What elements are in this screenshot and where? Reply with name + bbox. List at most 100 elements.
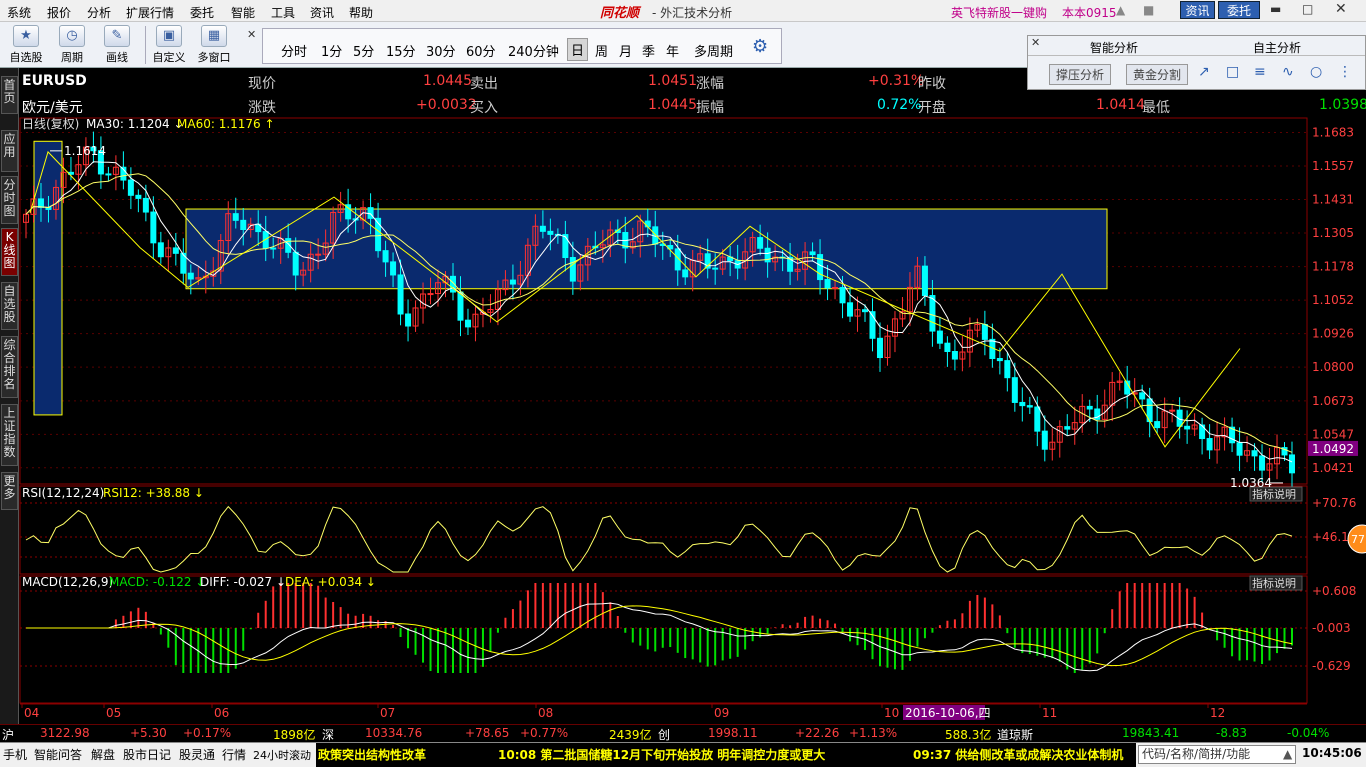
x-tick-label: 04 [24,706,39,720]
macd-title: MACD(12,26,9) [22,575,113,589]
candle-body [292,251,299,276]
y-tick-label: 1.1052 [1312,293,1354,307]
tab-stock-diary[interactable]: 股市日记 [123,746,171,763]
candle-body [390,261,397,276]
index-cy-volume: 588.3亿 [945,728,992,742]
candle-body [757,237,764,249]
candle-body [1169,409,1176,412]
tab-smart-qa[interactable]: 智能问答 [34,746,82,763]
candle-body [644,220,651,228]
x-tick-label: 12 [1210,706,1225,720]
candle-body [1184,425,1191,430]
candle-body [405,313,412,327]
index-dji-price: 19843.41 [1122,726,1180,740]
news-item-2[interactable]: 10:08 第二批国储糖12月下旬开始投放 明年调控力度或更大 [498,746,825,763]
candle-body [1064,426,1071,430]
index-sz-volume: 2439亿 [609,728,652,742]
candle-body [921,265,928,297]
candle-body [172,247,179,254]
candle-body [1154,421,1161,429]
candle-body [981,324,988,340]
candle-body [1041,430,1048,450]
candle-body [1236,442,1243,456]
news-item-1[interactable]: 政策突出结构性改革 [318,746,426,763]
y-tick-label: 1.1431 [1312,192,1354,206]
ma30-label: MA30: 1.1204 ↓ [86,117,184,131]
tab-24h-news[interactable]: 24小时滚动 [253,747,311,763]
candle-body [562,234,569,259]
candle-body [712,267,719,270]
candle-body [839,287,846,304]
bottom-bar: 手机 智能问答 解盘 股市日记 股灵通 行情 24小时滚动 政策突出结构性改革 … [0,742,1366,767]
candle-body [142,197,149,213]
candle-body [464,319,471,328]
macd-diff-label: DIFF: -0.027 ↓ [200,575,286,589]
tab-stock-assistant[interactable]: 股灵通 [179,746,215,763]
tab-market-comment[interactable]: 解盘 [91,746,115,763]
main-panel-border [19,117,1308,485]
index-sh-change: +5.30 [130,726,167,740]
index-sh-pct: +0.17% [183,726,232,740]
kline-chart[interactable]: 1.1683 1.1557 1.1431 1.1305 1.1178 1.1052 1.09… [0,0,1366,767]
current-price-tag-text: 1.0492 [1312,442,1354,456]
search-input[interactable]: 代码/名称/简拼/功能 ▲ [1138,745,1296,764]
index-cy-name[interactable]: 创 [658,726,670,743]
index-sz-price: 10334.76 [365,726,423,740]
macd-tick: -0.629 [1312,659,1351,673]
highlight-zone-1 [33,140,63,416]
candle-body [1139,392,1146,400]
candle-body [1086,405,1093,410]
y-tick-label: 1.0926 [1312,327,1354,341]
y-tick-label: 1.1683 [1312,126,1354,140]
index-sh-volume: 1898亿 [273,728,316,742]
y-tick-label: 1.0673 [1312,394,1354,408]
candle-body [1034,406,1041,432]
rsi-line [25,505,1293,573]
rsi-title: RSI(12,12,24) [22,486,104,500]
y-tick-label: 1.1557 [1312,159,1354,173]
index-cy-change: +22.26 [795,726,840,740]
candle-body [1259,455,1266,471]
candle-body [847,302,854,317]
y-tick-label: 1.0800 [1312,360,1354,374]
index-sz-change: +78.65 [465,726,510,740]
x-tick-label: 05 [106,706,121,720]
macd-help-text: 指标说明 [1252,576,1296,590]
index-dji-pct: -0.04% [1287,726,1330,740]
date-tag-text: 2016-10-06,四 [905,706,991,720]
dropdown-arrow-icon[interactable]: ▲ [1283,746,1292,763]
rsi-tick: +70.76 [1312,496,1356,510]
candle-body [105,173,112,176]
candle-body [187,272,194,280]
news-ticker[interactable]: 政策突出结构性改革 10:08 第二批国储糖12月下旬开始投放 明年调控力度或更… [316,743,1136,767]
index-cy-pct: +1.13% [849,726,898,740]
x-tick-label: 11 [1042,706,1057,720]
macd-dea-label: DEA: +0.034 ↓ [285,575,376,589]
tab-market[interactable]: 行情 [222,746,246,763]
index-sh-name[interactable]: 沪 [2,726,14,743]
candle-body [936,330,943,344]
candle-body [682,269,689,278]
x-tick-label: 07 [380,706,395,720]
candle-body [157,242,164,258]
tab-mobile[interactable]: 手机 [3,746,27,763]
candle-body [150,211,157,244]
low-marker-label: 1.0364 [1230,476,1272,490]
candle-body [547,230,554,235]
candle-body [382,250,389,263]
index-sz-pct: +0.77% [520,726,569,740]
index-dji-name[interactable]: 道琼斯 [997,726,1033,743]
candle-body [1026,405,1033,408]
news-item-3[interactable]: 09:37 供给侧改革或成解决农业体制机 [913,746,1123,763]
y-tick-label: 1.1178 [1312,260,1354,274]
candle-body [539,225,546,232]
index-sz-name[interactable]: 深 [322,726,334,743]
candle-body [832,287,839,290]
high-marker-label: 1.1614 [64,144,106,158]
ma60-label: MA60: 1.1176 ↑ [177,117,275,131]
y-tick-label: 1.1305 [1312,226,1354,240]
candle-body [127,179,134,196]
macd-dea-line [26,605,1293,667]
candle-body [135,194,142,199]
x-tick-label: 10 [884,706,899,720]
